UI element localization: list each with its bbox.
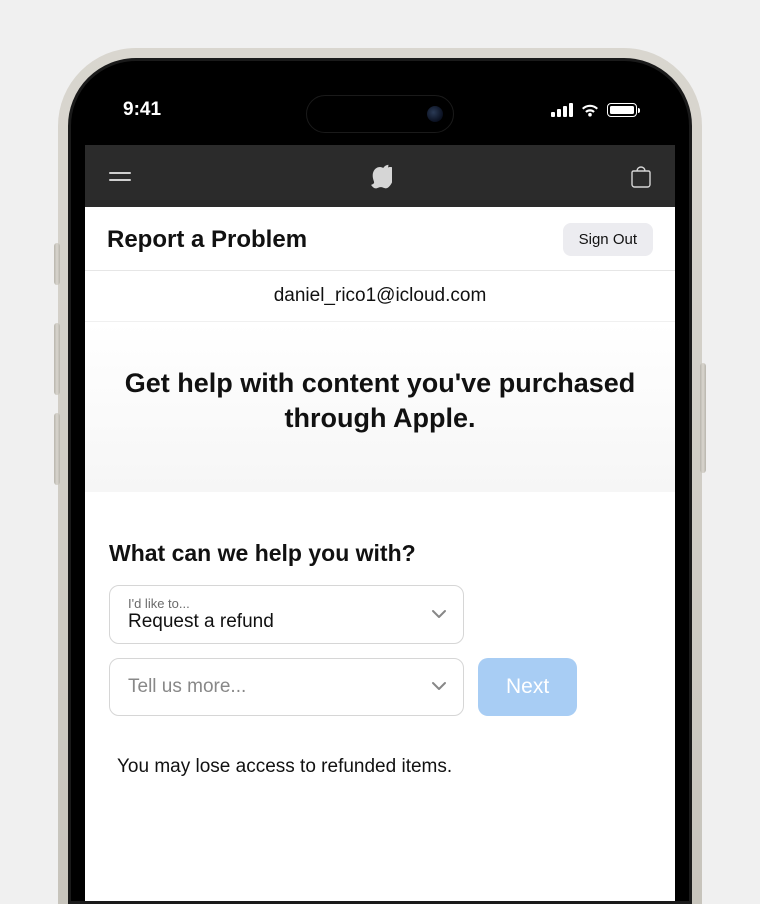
cellular-signal-icon <box>551 103 573 117</box>
action-select-label: I'd like to... <box>128 596 417 611</box>
reason-select-placeholder: Tell us more... <box>128 676 246 698</box>
phone-bezel: 9:41 <box>68 58 692 904</box>
battery-icon <box>607 103 637 117</box>
menu-icon[interactable] <box>109 172 131 181</box>
form-section-title: What can we help you with? <box>109 540 651 567</box>
help-form: What can we help you with? I'd like to..… <box>85 492 675 778</box>
next-button[interactable]: Next <box>478 658 577 716</box>
hero-title: Get help with content you've purchased t… <box>115 366 645 436</box>
phone-frame: 9:41 <box>58 48 702 904</box>
status-bar: 9:41 <box>85 75 675 145</box>
chevron-down-icon <box>431 678 447 696</box>
hero: Get help with content you've purchased t… <box>85 322 675 492</box>
dynamic-island <box>306 95 454 133</box>
refund-disclaimer: You may lose access to refunded items. <box>109 730 651 778</box>
status-icons <box>551 103 637 118</box>
chevron-down-icon <box>431 606 447 624</box>
action-select-value: Request a refund <box>128 611 417 633</box>
nav-bar <box>85 145 675 207</box>
page-content: Report a Problem Sign Out daniel_rico1@i… <box>85 207 675 901</box>
shopping-bag-icon[interactable] <box>631 165 651 187</box>
volume-up-button <box>54 323 60 395</box>
device-mockup: 9:41 <box>0 0 760 904</box>
screen: 9:41 <box>85 75 675 901</box>
wifi-icon <box>580 103 600 118</box>
page-title: Report a Problem <box>107 226 307 254</box>
page-header: Report a Problem Sign Out <box>85 207 675 271</box>
power-button <box>700 363 706 473</box>
apple-logo-icon[interactable] <box>371 164 392 189</box>
user-email: daniel_rico1@icloud.com <box>85 271 675 322</box>
sign-out-button[interactable]: Sign Out <box>563 223 653 256</box>
volume-down-button <box>54 413 60 485</box>
action-select[interactable]: I'd like to... Request a refund <box>109 585 464 644</box>
front-camera-icon <box>427 106 443 122</box>
status-time: 9:41 <box>123 99 161 121</box>
side-button <box>54 243 60 285</box>
reason-select[interactable]: Tell us more... <box>109 658 464 716</box>
